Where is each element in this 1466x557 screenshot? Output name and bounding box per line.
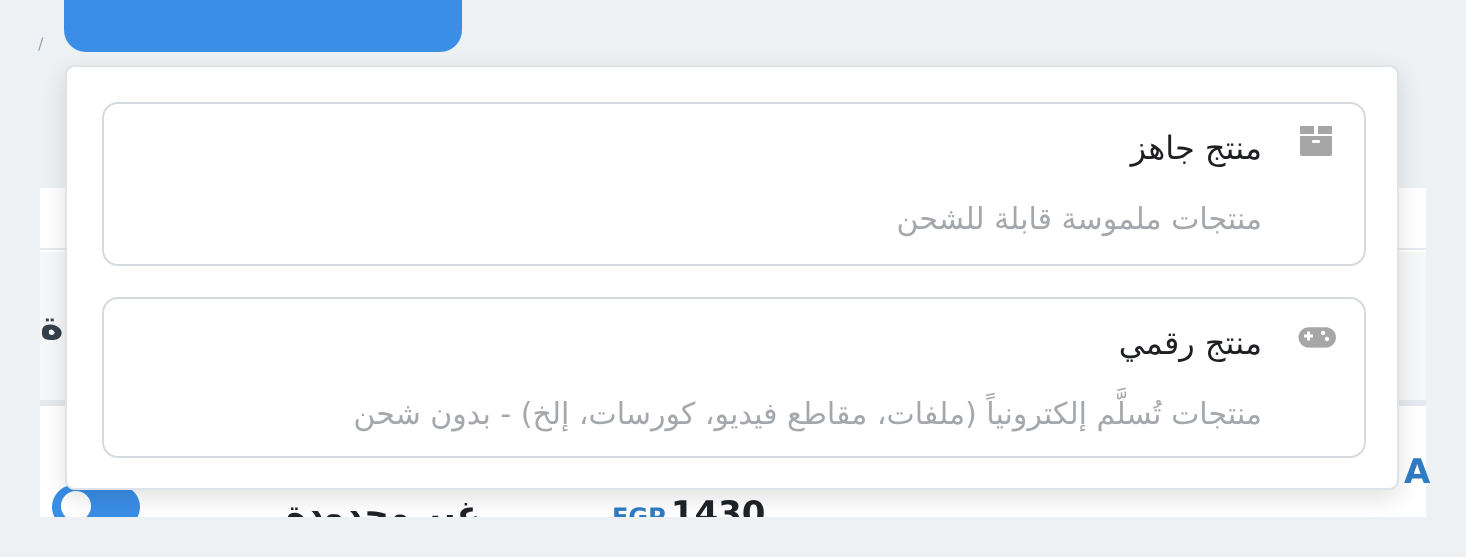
breadcrumb-separator: / xyxy=(38,34,44,53)
product-type-dropdown: منتج جاهز منتجات ملموسة قابلة للشحن منتج… xyxy=(65,65,1399,490)
primary-action-button[interactable] xyxy=(64,0,462,52)
option-physical-product[interactable]: منتج جاهز منتجات ملموسة قابلة للشحن xyxy=(102,102,1366,266)
option-title: منتج جاهز xyxy=(1130,129,1262,167)
option-digital-product[interactable]: منتج رقمي منتجات تُسلَّم إلكترونياً (ملف… xyxy=(102,297,1366,458)
price-currency: EGP xyxy=(612,503,666,517)
box-icon xyxy=(1296,120,1336,160)
price-amount: 1430 xyxy=(670,494,766,517)
table-header-cell-fragment: ة xyxy=(40,306,64,346)
gamepad-icon xyxy=(1296,317,1336,357)
price-cell: EGP 1430 xyxy=(612,494,765,517)
option-title: منتج رقمي xyxy=(1118,324,1262,362)
option-description: منتجات ملموسة قابلة للشحن xyxy=(896,202,1262,237)
option-description: منتجات تُسلَّم إلكترونياً (ملفات، مقاطع … xyxy=(353,397,1262,432)
page-bottom-strip xyxy=(0,517,1466,557)
stock-text: غير محدودة xyxy=(286,494,480,517)
table-cell-fragment: A xyxy=(1404,452,1431,492)
